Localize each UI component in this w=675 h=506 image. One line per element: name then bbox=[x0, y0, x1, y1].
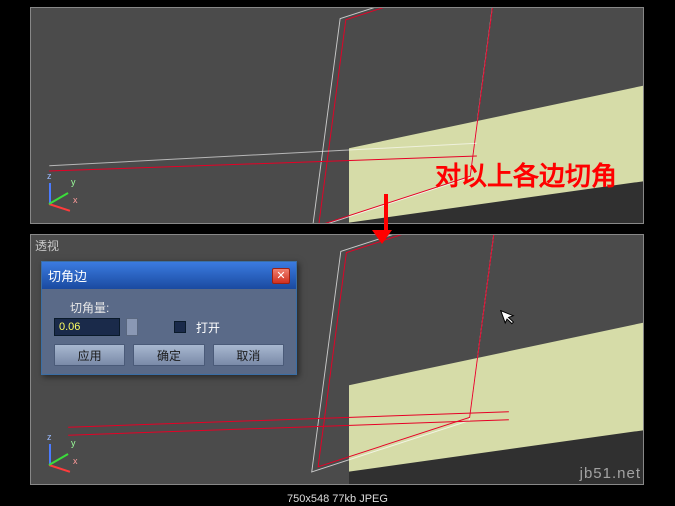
chamfer-amount-input[interactable] bbox=[54, 318, 120, 336]
y-axis bbox=[49, 192, 69, 205]
y-label: y bbox=[71, 438, 76, 448]
viewport-label: 透视 bbox=[35, 237, 59, 254]
close-icon[interactable]: ✕ bbox=[272, 268, 290, 284]
axis-gizmo: z x y bbox=[39, 175, 79, 215]
z-label: z bbox=[47, 432, 52, 442]
annotation-arrow-icon bbox=[380, 194, 392, 244]
annotation-text: 对以上各边切角 bbox=[435, 156, 617, 193]
x-label: x bbox=[73, 195, 78, 205]
y-axis bbox=[49, 453, 69, 466]
spinner-icon[interactable] bbox=[126, 318, 138, 336]
open-label: 打开 bbox=[196, 319, 220, 336]
z-label: z bbox=[47, 171, 52, 181]
cancel-button[interactable]: 取消 bbox=[213, 344, 284, 366]
apply-button[interactable]: 应用 bbox=[54, 344, 125, 366]
image-meta-footer: 750x548 77kb JPEG bbox=[0, 493, 675, 505]
x-axis bbox=[49, 464, 71, 473]
watermark: jb51.net bbox=[580, 465, 641, 482]
open-checkbox[interactable] bbox=[174, 321, 186, 333]
dialog-title: 切角边 bbox=[48, 266, 87, 285]
top-frame: z x y bbox=[27, 4, 647, 227]
x-axis bbox=[49, 203, 71, 212]
ok-button[interactable]: 确定 bbox=[133, 344, 204, 366]
axis-gizmo: z x y bbox=[39, 436, 79, 476]
viewport-bottom[interactable]: 透视 切角边 ✕ 切角量: 打开 bbox=[30, 234, 644, 485]
cursor-icon bbox=[499, 305, 520, 331]
dialog-body: 切角量: 打开 应用 确定 取消 bbox=[42, 289, 296, 374]
dialog-titlebar[interactable]: 切角边 ✕ bbox=[42, 262, 296, 289]
x-label: x bbox=[73, 456, 78, 466]
chamfer-dialog: 切角边 ✕ 切角量: 打开 应用 确定 取消 bbox=[41, 261, 297, 375]
amount-label: 切角量: bbox=[70, 299, 284, 316]
y-label: y bbox=[71, 177, 76, 187]
bottom-frame: 透视 切角边 ✕ 切角量: 打开 bbox=[27, 231, 647, 488]
